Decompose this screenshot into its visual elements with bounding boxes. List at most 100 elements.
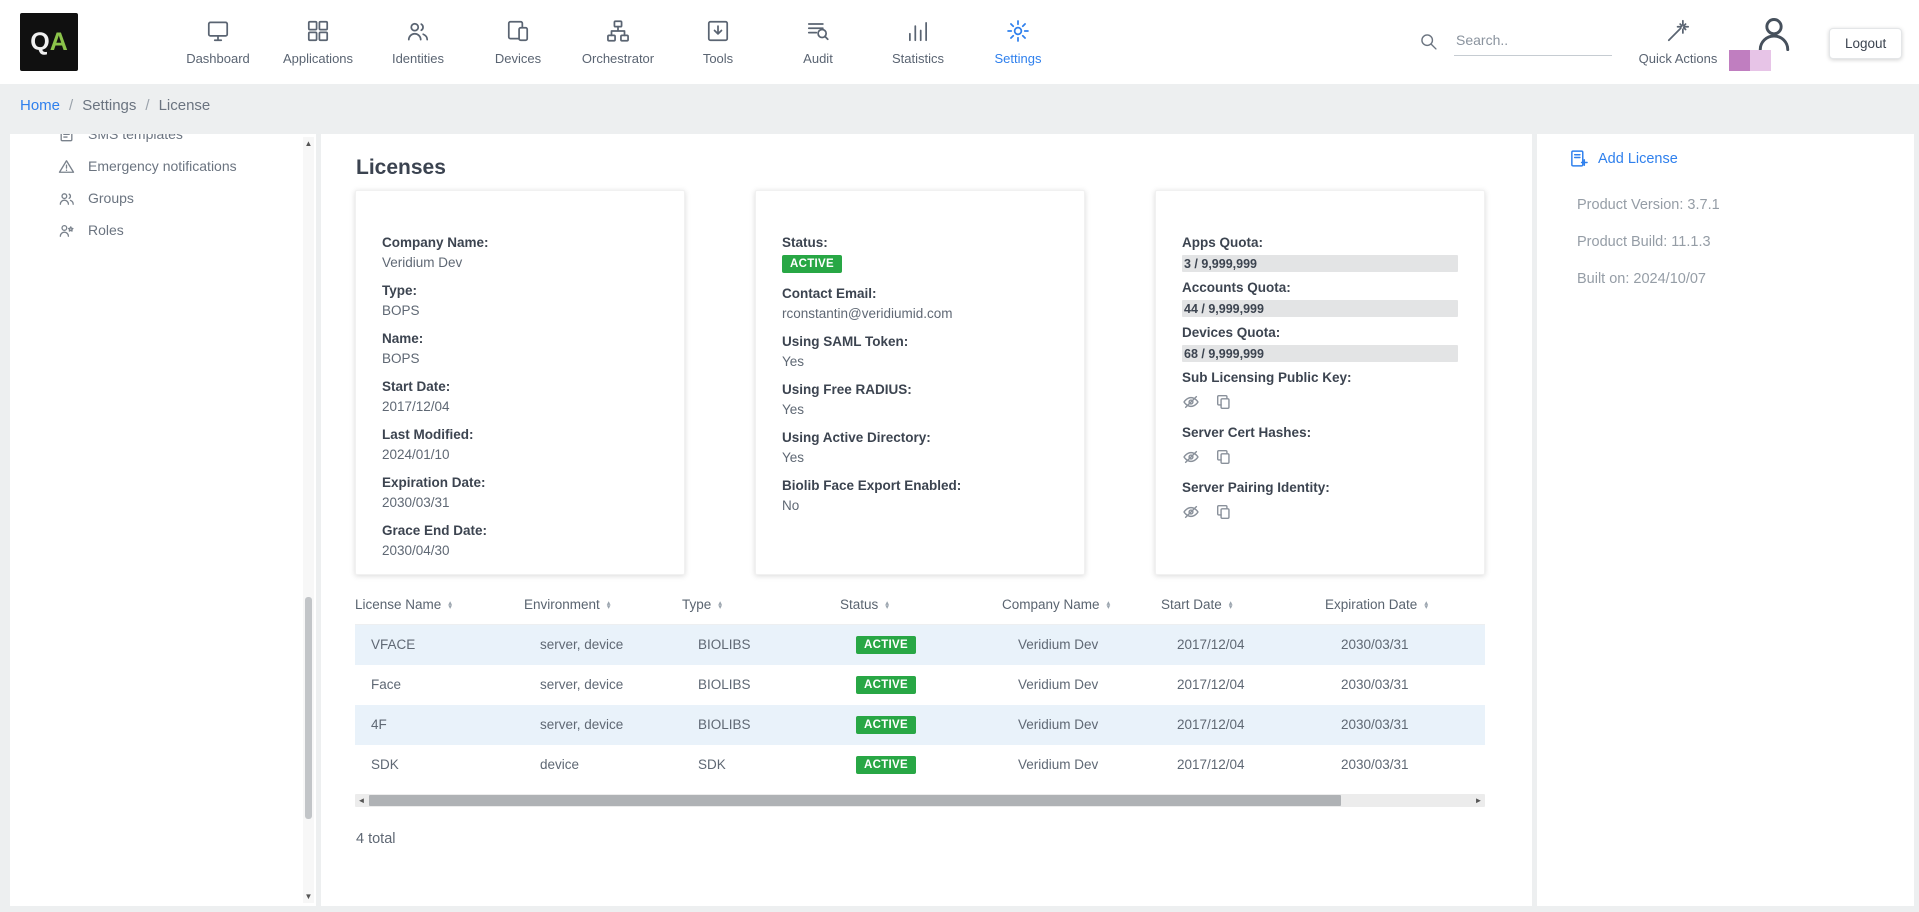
status-badge: ACTIVE — [856, 636, 916, 654]
built-on: Built on: 2024/10/07 — [1577, 270, 1914, 289]
nav-item-audit[interactable]: Audit — [768, 0, 868, 84]
field-label: Using SAML Token: — [782, 334, 1058, 349]
add-license-button[interactable]: Add License — [1569, 149, 1914, 168]
quick-actions-button[interactable]: Quick Actions — [1630, 11, 1726, 73]
sidebar-item-sms-templates[interactable]: SMS templates — [10, 134, 316, 150]
cell-start-date: 2017/12/04 — [1161, 705, 1325, 745]
quota-field-devices-quota: Devices Quota: 68 / 9,999,999 — [1182, 325, 1458, 362]
column-header-company-name[interactable]: Company Name — [1002, 589, 1161, 625]
cell-environment: device — [524, 745, 682, 785]
license-status-card: Status: ACTIVE Contact Email: rconstanti… — [755, 190, 1085, 575]
table-scrollbar-thumb[interactable] — [369, 795, 1341, 806]
field-biolib-face-export-enabled: Biolib Face Export Enabled: No — [782, 478, 1058, 513]
sidebar-item-groups[interactable]: Groups — [10, 182, 316, 214]
sort-icon — [885, 601, 889, 610]
quota-value: 68 / 9,999,999 — [1182, 347, 1264, 361]
quota-value: 44 / 9,999,999 — [1182, 302, 1264, 316]
applications-icon — [305, 18, 331, 44]
field-label: Server Pairing Identity: — [1182, 480, 1458, 495]
cell-company: Veridium Dev — [1002, 705, 1161, 745]
cell-environment: server, device — [524, 665, 682, 705]
column-header-expiration-date[interactable]: Expiration Date — [1325, 589, 1485, 625]
field-label: Grace End Date: — [382, 523, 658, 538]
page-title: Licenses — [356, 156, 1532, 180]
sidebar-item-roles[interactable]: Roles — [10, 214, 316, 246]
copy-icon[interactable] — [1215, 393, 1233, 411]
eye-icon[interactable] — [1182, 448, 1200, 466]
table-row[interactable]: SDK device SDK ACTIVE Veridium Dev 2017/… — [355, 745, 1485, 785]
column-header-status[interactable]: Status — [840, 589, 1002, 625]
cell-type: SDK — [682, 745, 840, 785]
field-label: Company Name: — [382, 235, 658, 250]
app-logo[interactable]: QA — [20, 13, 78, 71]
identities-icon — [405, 18, 431, 44]
cell-expiration-date: 2030/03/31 — [1325, 745, 1485, 785]
nav-item-dashboard[interactable]: Dashboard — [168, 0, 268, 84]
column-header-environment[interactable]: Environment — [524, 589, 682, 625]
scroll-left-arrow[interactable] — [355, 794, 368, 807]
right-panel: Add License Product Version: 3.7.1 Produ… — [1537, 134, 1914, 906]
nav-item-tools[interactable]: Tools — [668, 0, 768, 84]
field-value: rconstantin@veridiumid.com — [782, 306, 1058, 321]
field-start-date: Start Date: 2017/12/04 — [382, 379, 658, 414]
eye-icon[interactable] — [1182, 503, 1200, 521]
nav-item-identities[interactable]: Identities — [368, 0, 468, 84]
logout-button[interactable]: Logout — [1829, 28, 1902, 59]
status-badge: ACTIVE — [856, 756, 916, 774]
swatch-light — [1750, 50, 1771, 71]
product-build: Product Build: 11.1.3 — [1577, 233, 1914, 252]
sidebar-item-emergency-notifications[interactable]: Emergency notifications — [10, 150, 316, 182]
sidebar-scrollbar[interactable] — [303, 137, 314, 903]
add-license-icon — [1569, 149, 1588, 168]
quota-field-accounts-quota: Accounts Quota: 44 / 9,999,999 — [1182, 280, 1458, 317]
sort-icon — [1424, 601, 1428, 610]
product-version: Product Version: 3.7.1 — [1577, 196, 1914, 215]
table-horizontal-scrollbar[interactable] — [355, 794, 1485, 807]
table-row[interactable]: VFACE server, device BIOLIBS ACTIVE Veri… — [355, 625, 1485, 665]
nav-item-applications[interactable]: Applications — [268, 0, 368, 84]
cell-license-name: VFACE — [355, 625, 524, 665]
scroll-right-arrow[interactable] — [1472, 794, 1485, 807]
breadcrumb-home[interactable]: Home — [20, 97, 60, 114]
quota-progress-bar: 3 / 9,999,999 — [1182, 255, 1458, 272]
roles-icon — [58, 222, 75, 239]
secret-field-server-pairing-identity: Server Pairing Identity: — [1182, 480, 1458, 521]
sidebar-scrollbar-thumb[interactable] — [305, 597, 312, 819]
statistics-icon — [905, 18, 931, 44]
field-label: Last Modified: — [382, 427, 658, 442]
field-value: Yes — [782, 354, 1058, 369]
settings-sidebar: SMS templates Emergency notifications Gr… — [10, 134, 316, 906]
cell-start-date: 2017/12/04 — [1161, 745, 1325, 785]
search-input[interactable] — [1454, 28, 1612, 56]
status-field: Status: ACTIVE — [782, 235, 1058, 273]
eye-icon[interactable] — [1182, 393, 1200, 411]
sort-icon — [1107, 601, 1111, 610]
nav-item-devices[interactable]: Devices — [468, 0, 568, 84]
field-label: Name: — [382, 331, 658, 346]
add-license-label: Add License — [1598, 151, 1678, 167]
table-row[interactable]: Face server, device BIOLIBS ACTIVE Verid… — [355, 665, 1485, 705]
field-value: 2030/04/30 — [382, 543, 658, 558]
column-header-type[interactable]: Type — [682, 589, 840, 625]
nav-item-statistics[interactable]: Statistics — [868, 0, 968, 84]
scroll-up-arrow[interactable] — [303, 137, 314, 150]
field-label: Sub Licensing Public Key: — [1182, 370, 1458, 385]
logo-letter-q: Q — [30, 28, 49, 57]
column-header-start-date[interactable]: Start Date — [1161, 589, 1325, 625]
nav-item-settings[interactable]: Settings — [968, 0, 1068, 84]
scroll-down-arrow[interactable] — [303, 890, 314, 903]
copy-icon[interactable] — [1215, 448, 1233, 466]
table-row[interactable]: 4F server, device BIOLIBS ACTIVE Veridiu… — [355, 705, 1485, 745]
license-cards: Company Name: Veridium Dev Type: BOPS Na… — [355, 190, 1485, 575]
field-value: 2017/12/04 — [382, 399, 658, 414]
sort-icon — [1229, 601, 1233, 610]
breadcrumb-settings[interactable]: Settings — [82, 97, 136, 114]
copy-icon[interactable] — [1215, 503, 1233, 521]
nav-item-orchestrator[interactable]: Orchestrator — [568, 0, 668, 84]
orchestrator-icon — [605, 18, 631, 44]
status-badge: ACTIVE — [856, 716, 916, 734]
field-contact-email: Contact Email: rconstantin@veridiumid.co… — [782, 286, 1058, 321]
groups-icon — [58, 190, 75, 207]
column-header-license-name[interactable]: License Name — [355, 589, 524, 625]
license-info-card: Company Name: Veridium Dev Type: BOPS Na… — [355, 190, 685, 575]
